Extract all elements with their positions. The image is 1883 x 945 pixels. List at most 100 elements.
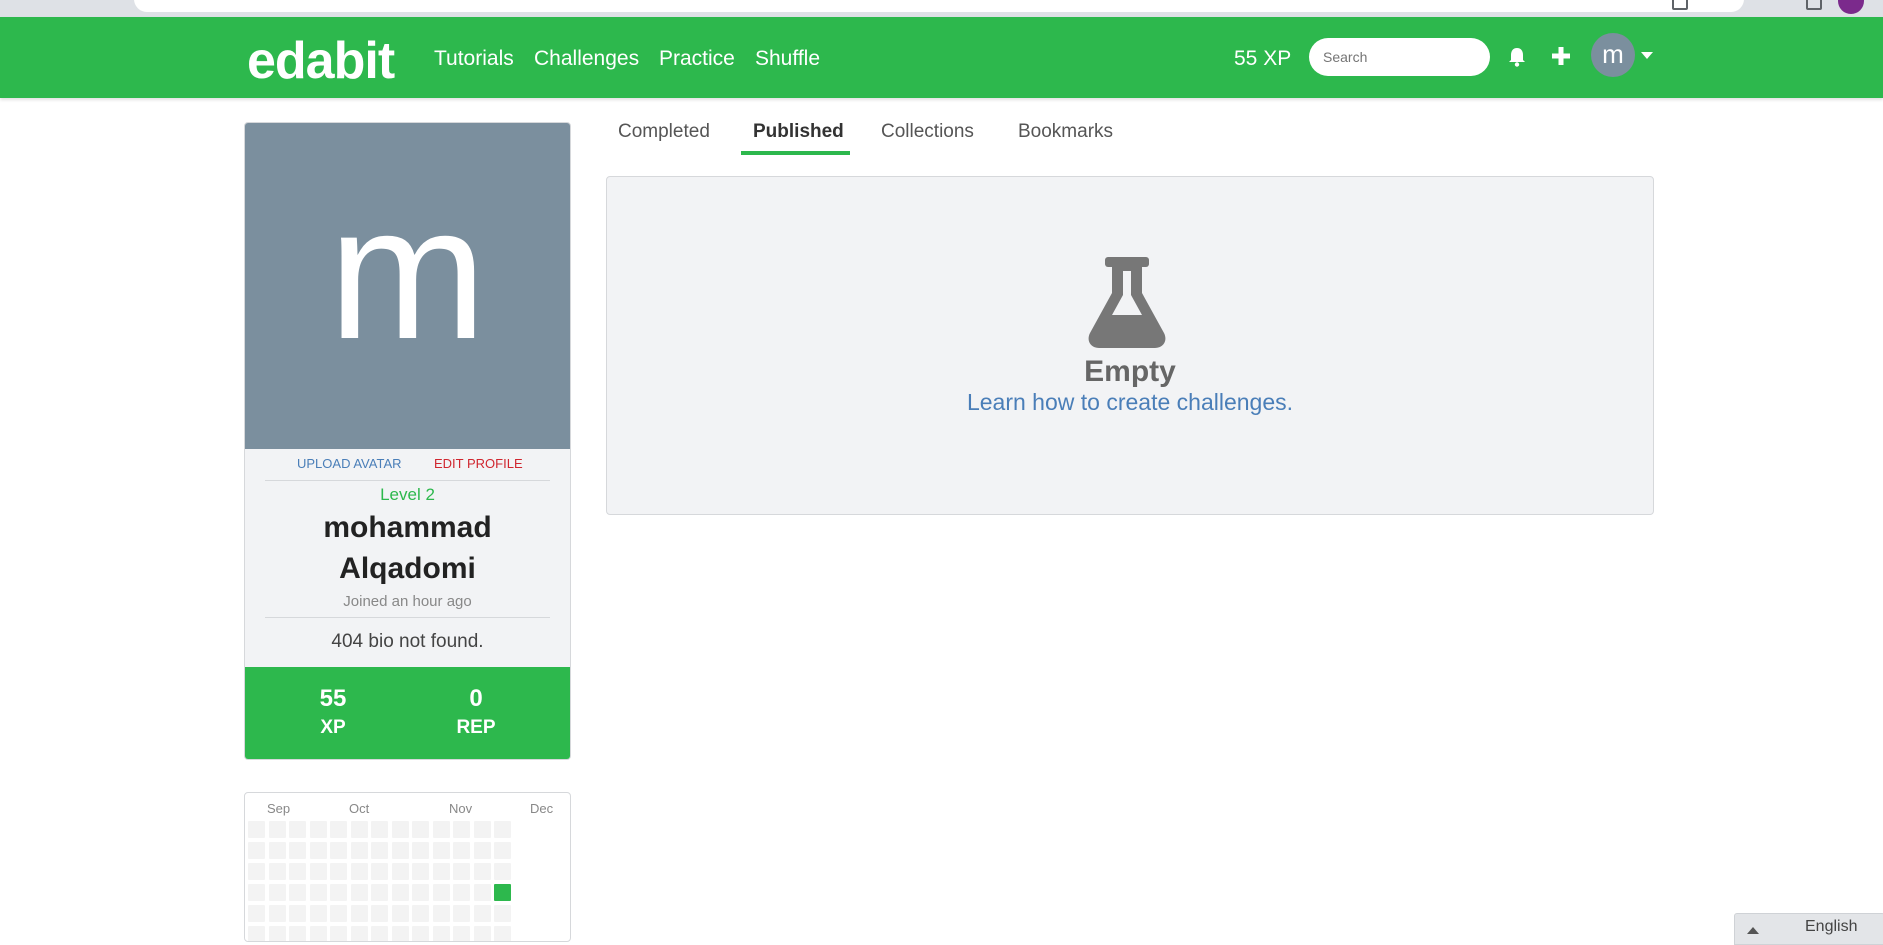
heatmap-cell <box>453 905 470 922</box>
nav-practice[interactable]: Practice <box>659 47 735 71</box>
search-input[interactable] <box>1309 38 1490 76</box>
heatmap-cell <box>453 884 470 901</box>
heatmap-cell <box>371 863 388 880</box>
xp-counter: 55 XP <box>1234 47 1292 70</box>
user-avatar[interactable]: m <box>1591 33 1635 77</box>
heatmap-cell <box>494 926 511 941</box>
heatmap-cell <box>268 884 286 901</box>
xp-stat: 55 XP <box>273 685 393 739</box>
heatmap-cell <box>473 905 491 922</box>
heatmap-cell <box>289 842 306 859</box>
xp-stat-label: XP <box>320 717 346 738</box>
heatmap-cell <box>473 926 491 941</box>
profile-card: m UPLOAD AVATAR EDIT PROFILE Level 2 moh… <box>244 122 571 760</box>
heatmap-cell <box>330 884 347 901</box>
upload-avatar-link[interactable]: UPLOAD AVATAR <box>297 456 402 471</box>
heatmap-cell <box>391 842 409 859</box>
heatmap-cell <box>330 821 347 838</box>
language-label: English <box>1805 918 1858 935</box>
heatmap-cell <box>391 863 409 880</box>
heatmap-cell <box>391 926 409 941</box>
heatmap-cell <box>248 926 265 941</box>
heatmap-cell <box>371 842 388 859</box>
heatmap-cell <box>412 821 429 838</box>
profile-avatar: m <box>245 123 570 449</box>
heatmap-cell <box>350 842 368 859</box>
heatmap-cell <box>473 884 491 901</box>
level-label: Level 2 <box>380 485 435 504</box>
logo[interactable]: edabit <box>247 31 395 91</box>
heatmap-cell <box>248 821 265 838</box>
heatmap-cell <box>432 821 450 838</box>
tab-published[interactable]: Published <box>753 121 844 143</box>
edit-profile-link[interactable]: EDIT PROFILE <box>434 456 523 471</box>
heatmap-cell <box>350 821 368 838</box>
heatmap-cell <box>432 926 450 941</box>
heatmap-cell <box>371 905 388 922</box>
flask-icon <box>1088 257 1166 348</box>
tab-bookmarks[interactable]: Bookmarks <box>1018 121 1113 143</box>
extension-icon[interactable] <box>1672 0 1688 10</box>
heatmap-cell <box>330 842 347 859</box>
tab-completed[interactable]: Completed <box>618 121 710 143</box>
heatmap-cell <box>371 821 388 838</box>
profile-first-name: mohammad <box>323 511 492 544</box>
heatmap-cell <box>371 884 388 901</box>
empty-title: Empty <box>1084 355 1176 388</box>
heatmap-cell <box>268 842 286 859</box>
bell-icon[interactable] <box>1508 47 1526 67</box>
profile-name: mohammad Alqadomi <box>245 507 570 589</box>
heatmap-cell <box>309 863 327 880</box>
create-challenges-link[interactable]: Learn how to create challenges. <box>607 389 1653 416</box>
heatmap-cell <box>494 842 511 859</box>
chevron-down-icon[interactable] <box>1641 52 1653 59</box>
rep-stat-value: 0 <box>469 685 483 712</box>
heatmap-cell <box>309 884 327 901</box>
activity-heatmap: Sep Oct Nov Dec <box>244 792 571 942</box>
divider <box>265 480 550 481</box>
heatmap-cell <box>494 863 511 880</box>
joined-date: Joined an hour ago <box>343 593 472 610</box>
heatmap-cell <box>248 842 265 859</box>
nav-challenges[interactable]: Challenges <box>534 47 639 71</box>
avatar-actions: UPLOAD AVATAR EDIT PROFILE <box>245 456 570 476</box>
language-selector[interactable]: English <box>1734 913 1883 945</box>
menu-icon[interactable] <box>1806 0 1822 10</box>
month-label: Sep <box>267 801 291 816</box>
heatmap-cell <box>268 905 286 922</box>
heatmap-cell <box>289 863 306 880</box>
tab-collections[interactable]: Collections <box>881 121 974 143</box>
heatmap-cell <box>453 821 470 838</box>
divider <box>265 617 550 618</box>
heatmap-cell <box>412 905 429 922</box>
heatmap-cell <box>350 905 368 922</box>
nav-shuffle[interactable]: Shuffle <box>755 47 820 71</box>
nav-tutorials[interactable]: Tutorials <box>434 47 514 71</box>
heatmap-cell <box>350 884 368 901</box>
browser-profile-icon[interactable] <box>1838 0 1864 14</box>
xp-stat-value: 55 <box>319 685 347 712</box>
heatmap-cell <box>309 905 327 922</box>
heatmap-cell <box>473 842 491 859</box>
heatmap-cell <box>453 863 470 880</box>
heatmap-cell <box>412 863 429 880</box>
rep-stat: 0 REP <box>416 685 536 739</box>
heatmap-cell <box>412 926 429 941</box>
heatmap-cell <box>309 842 327 859</box>
published-panel: Empty Learn how to create challenges. <box>606 176 1654 515</box>
heatmap-cell <box>432 905 450 922</box>
address-bar[interactable] <box>134 0 1744 12</box>
rep-stat-label: REP <box>456 717 496 738</box>
heatmap-cell <box>309 926 327 941</box>
heatmap-cell <box>350 926 368 941</box>
heatmap-cell <box>289 884 306 901</box>
heatmap-cell <box>350 863 368 880</box>
heatmap-cell <box>473 863 491 880</box>
heatmap-cell <box>248 884 265 901</box>
profile-bio: 404 bio not found. <box>331 631 484 652</box>
browser-chrome <box>0 0 1883 17</box>
heatmap-cell <box>453 926 470 941</box>
plus-icon[interactable] <box>1551 46 1571 66</box>
heatmap-cell <box>268 821 286 838</box>
heatmap-cell <box>248 863 265 880</box>
